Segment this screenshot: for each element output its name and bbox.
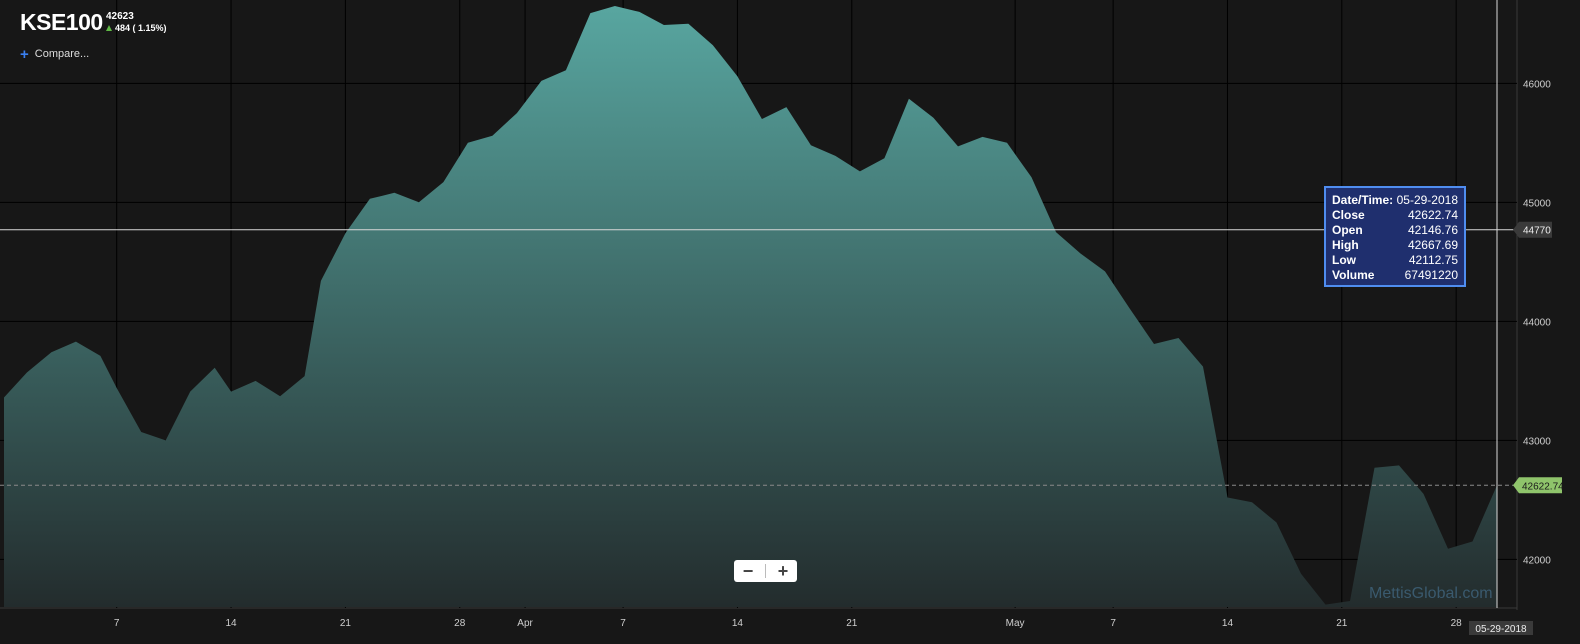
crosshair-price-tag-text: 44770: [1523, 226, 1551, 237]
tooltip-value: 05-29-2018: [1396, 193, 1458, 207]
x-tick-label: 14: [1222, 618, 1234, 629]
tooltip-value: 67491220: [1404, 268, 1458, 282]
price-change-text: 484 ( 1.15%): [115, 23, 167, 33]
x-tick-label: 28: [454, 618, 466, 629]
compare-button[interactable]: + Compare...: [20, 45, 90, 63]
tooltip-key: Close: [1332, 208, 1365, 222]
tooltip-row: High 42667.69: [1332, 238, 1458, 253]
tooltip-key: Volume: [1332, 268, 1375, 282]
compare-label: Compare...: [34, 48, 90, 60]
tooltip-row: Low 42112.75: [1332, 253, 1458, 268]
x-tick-label: 7: [620, 618, 626, 629]
x-tick-label: 21: [1336, 618, 1348, 629]
tooltip-key: High: [1332, 238, 1359, 252]
tooltip-key: Date/Time:: [1332, 193, 1394, 207]
x-tick-label: Apr: [517, 618, 533, 629]
x-tick-label: 21: [846, 618, 858, 629]
tooltip-row: Close 42622.74: [1332, 208, 1458, 223]
tooltip-value: 42112.75: [1408, 253, 1458, 267]
tooltip-row: Volume 67491220: [1332, 268, 1458, 283]
y-tick-label: 44000: [1523, 317, 1551, 328]
chart-root: 42000 43000 44000 45000 46000 7 14 21 28 Apr 7 14 21…: [0, 0, 1580, 644]
zoom-in-button[interactable]: +: [772, 560, 794, 582]
x-tick-label: 14: [732, 618, 744, 629]
tooltip-row: Date/Time: 05-29-2018: [1332, 193, 1458, 208]
y-tick-label: 45000: [1523, 198, 1551, 209]
tooltip-row: Open 42146.76: [1332, 223, 1458, 238]
last-value-tag-text: 42622.74: [1522, 481, 1564, 492]
tooltip-value: 42667.69: [1407, 238, 1458, 252]
y-tick-label: 46000: [1523, 79, 1551, 90]
zoom-separator: [765, 564, 766, 578]
data-tooltip: Date/Time: 05-29-2018 Close 42622.74 Open 4…: [1324, 186, 1466, 287]
tooltip-value: 42146.76: [1407, 223, 1458, 237]
area-series: [4, 6, 1497, 607]
x-tick-label: 7: [114, 618, 120, 629]
crosshair-date-tag-text: 05-29-2018: [1475, 624, 1527, 635]
zoom-out-button[interactable]: −: [737, 560, 759, 582]
y-tick-label: 42000: [1523, 555, 1551, 566]
x-tick-label: 7: [1110, 618, 1116, 629]
zoom-controls: − +: [734, 560, 797, 582]
area-fill: [4, 6, 1497, 607]
x-tick-label: 28: [1451, 618, 1463, 629]
crosshair-price-tag: 44770: [1513, 221, 1552, 238]
y-tick-label: 43000: [1523, 436, 1551, 447]
arrow-up-icon: [106, 25, 112, 31]
tooltip-key: Open: [1332, 223, 1363, 237]
x-tick-label: May: [1006, 618, 1025, 629]
watermark: MettisGlobal.com: [1369, 585, 1493, 602]
x-tick-label: 14: [225, 618, 237, 629]
last-price: 42623: [106, 11, 134, 22]
tooltip-value: 42622.74: [1407, 208, 1458, 222]
price-change: 484 ( 1.15%): [106, 23, 167, 33]
crosshair-date-tag: 05-29-2018: [1469, 621, 1533, 635]
plus-icon: +: [20, 45, 29, 63]
last-value-tag: 42622.74: [1513, 477, 1564, 494]
symbol-title: KSE100: [20, 9, 103, 35]
x-tick-label: 21: [340, 618, 352, 629]
tooltip-key: Low: [1332, 253, 1356, 267]
stock-chart[interactable]: 42000 43000 44000 45000 46000 7 14 21 28 Apr 7 14 21…: [0, 0, 1580, 644]
